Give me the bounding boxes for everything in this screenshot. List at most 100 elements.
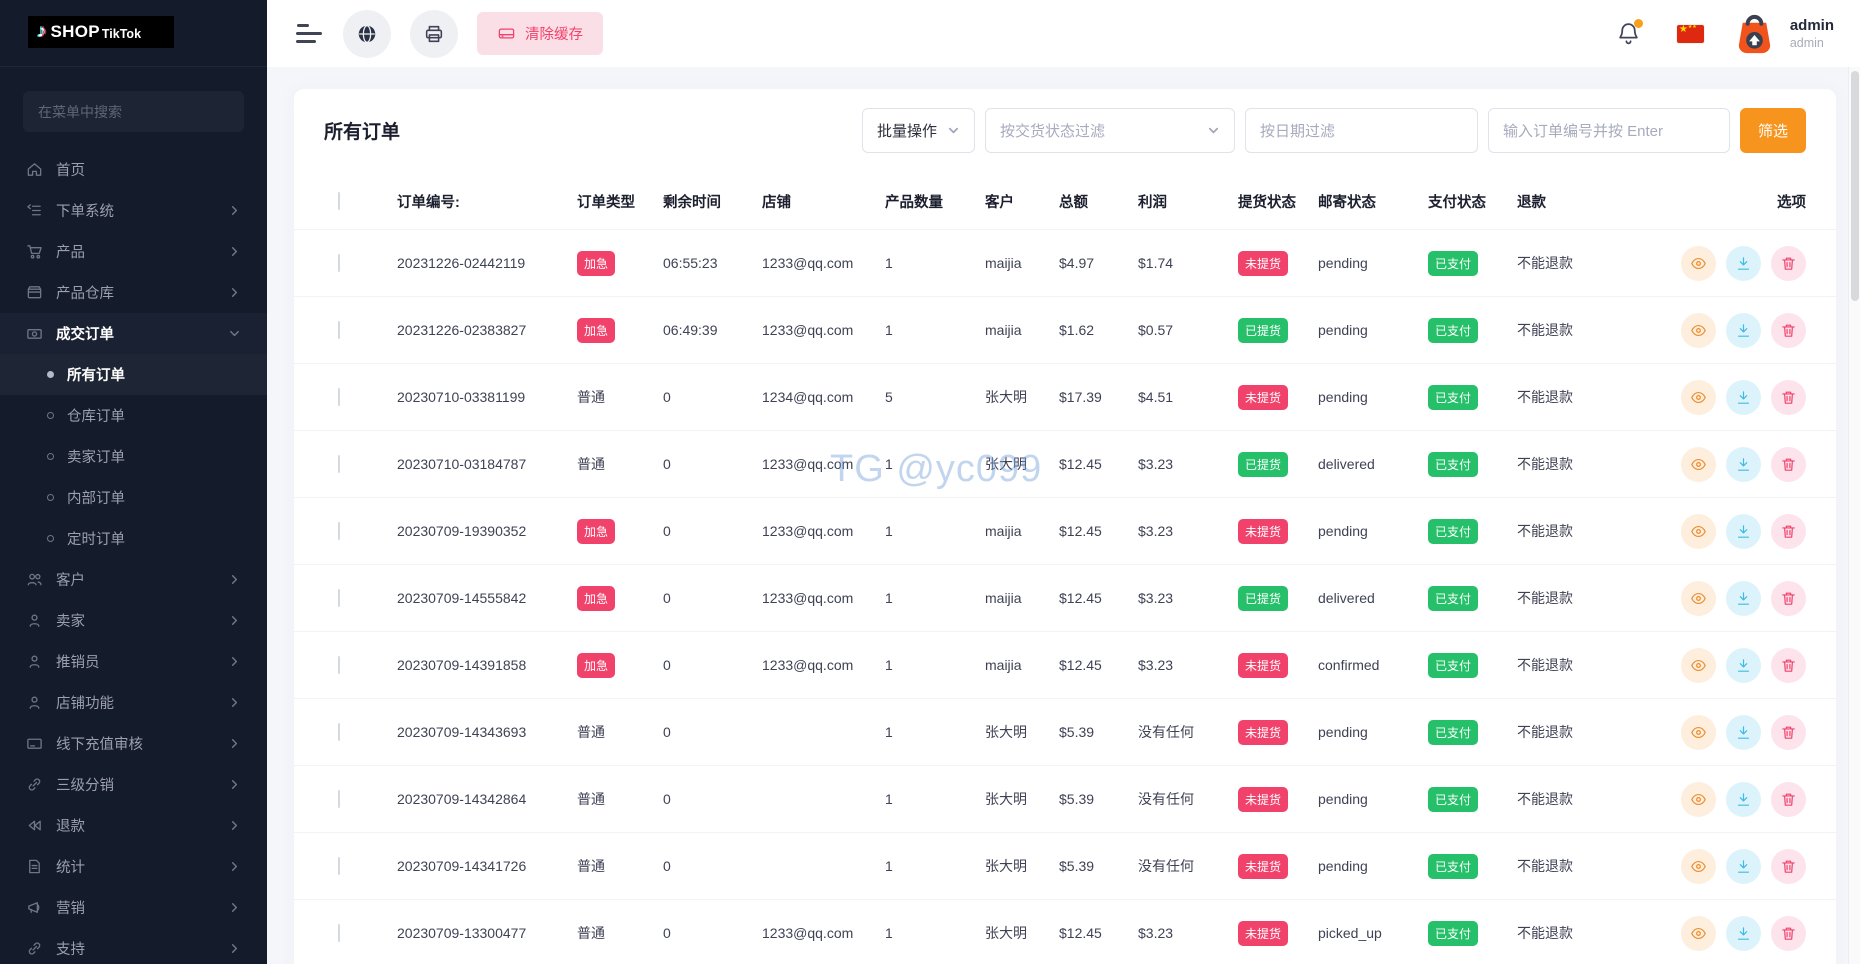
sidebar-item-11[interactable]: 退款	[0, 805, 267, 846]
sidebar-subitem-4-1[interactable]: 仓库订单	[0, 395, 267, 436]
bulk-actions-dropdown[interactable]: 批量操作	[861, 108, 975, 153]
customer-name: 张大明	[985, 724, 1027, 740]
download-order-button[interactable]	[1726, 848, 1761, 884]
row-checkbox[interactable]	[338, 455, 340, 473]
sidebar-item-5[interactable]: 客户	[0, 559, 267, 600]
sidebar-subitem-4-3[interactable]: 内部订单	[0, 477, 267, 518]
view-order-button[interactable]	[1681, 781, 1716, 817]
download-order-button[interactable]	[1726, 781, 1761, 817]
download-order-button[interactable]	[1726, 513, 1761, 549]
date-filter-input[interactable]: 按日期过滤	[1245, 108, 1478, 153]
print-button[interactable]	[410, 9, 458, 58]
sidebar-subitem-label: 所有订单	[67, 368, 125, 384]
scrollbar-thumb[interactable]	[1851, 71, 1859, 301]
row-checkbox[interactable]	[338, 924, 340, 942]
row-checkbox[interactable]	[338, 254, 340, 272]
row-checkbox[interactable]	[338, 857, 340, 875]
sidebar-subitem-4-2[interactable]: 卖家订单	[0, 436, 267, 477]
sidebar-item-4[interactable]: 成交订单	[0, 313, 267, 354]
user-avatar[interactable]	[1731, 10, 1778, 57]
table-row: 20230710-03381199 普通 0 1234@qq.com 5 张大明 $17.3…	[294, 364, 1836, 431]
view-order-button[interactable]	[1681, 580, 1716, 616]
sidebar-item-2[interactable]: 产品	[0, 231, 267, 272]
sidebar-toggle-button[interactable]	[296, 24, 324, 43]
sidebar-item-10[interactable]: 三级分销	[0, 764, 267, 805]
notifications-button[interactable]	[1616, 19, 1643, 46]
sidebar-item-label: 退款	[56, 819, 85, 835]
sidebar-item-13[interactable]: 营销	[0, 887, 267, 928]
view-order-button[interactable]	[1681, 379, 1716, 415]
row-checkbox[interactable]	[338, 522, 340, 540]
trash-icon	[1782, 927, 1795, 940]
scrollbar-track	[1848, 67, 1860, 964]
total-amount: $12.45	[1059, 925, 1102, 941]
sidebar-item-0[interactable]: 首页	[0, 149, 267, 190]
select-all-checkbox[interactable]	[338, 192, 340, 210]
user-icon	[25, 694, 43, 712]
row-checkbox[interactable]	[338, 656, 340, 674]
delete-order-button[interactable]	[1771, 312, 1806, 348]
remaining-time: 06:49:39	[663, 322, 718, 338]
download-icon	[1737, 457, 1750, 471]
delete-order-button[interactable]	[1771, 513, 1806, 549]
delete-order-button[interactable]	[1771, 580, 1806, 616]
menu-search-input[interactable]: 在菜单中搜索	[23, 91, 244, 132]
delete-order-button[interactable]	[1771, 848, 1806, 884]
view-order-button[interactable]	[1681, 312, 1716, 348]
sidebar-item-7[interactable]: 推销员	[0, 641, 267, 682]
download-order-button[interactable]	[1726, 245, 1761, 281]
view-order-button[interactable]	[1681, 915, 1716, 951]
delete-order-button[interactable]	[1771, 446, 1806, 482]
view-order-button[interactable]	[1681, 647, 1716, 683]
language-flag-cn[interactable]: ★ ★★	[1676, 23, 1704, 43]
delete-order-button[interactable]	[1771, 915, 1806, 951]
flag-small-stars: ★★	[1687, 23, 1697, 30]
eye-icon	[1691, 726, 1706, 738]
row-checkbox[interactable]	[338, 790, 340, 808]
sidebar-item-label: 推销员	[56, 655, 100, 671]
sidebar-subitem-label: 定时订单	[67, 532, 125, 548]
total-amount: $4.97	[1059, 255, 1095, 271]
view-order-button[interactable]	[1681, 245, 1716, 281]
delete-order-button[interactable]	[1771, 245, 1806, 281]
view-order-button[interactable]	[1681, 714, 1716, 750]
row-actions	[1657, 446, 1806, 482]
sidebar-item-6[interactable]: 卖家	[0, 600, 267, 641]
clear-cache-button[interactable]: 清除缓存	[477, 12, 603, 55]
filter-submit-button[interactable]: 筛选	[1740, 108, 1806, 153]
content-area: 所有订单 批量操作 按交货状态过滤 按日期过滤 输入订单编号并按 Enter 筛…	[267, 67, 1860, 964]
sidebar-item-label: 首页	[56, 163, 85, 179]
download-order-button[interactable]	[1726, 915, 1761, 951]
download-order-button[interactable]	[1726, 312, 1761, 348]
sidebar-subitem-4-4[interactable]: 定时订单	[0, 518, 267, 559]
download-order-button[interactable]	[1726, 379, 1761, 415]
sidebar-item-8[interactable]: 店铺功能	[0, 682, 267, 723]
download-order-button[interactable]	[1726, 580, 1761, 616]
pickup-status-badge: 未提货	[1238, 652, 1289, 678]
view-order-button[interactable]	[1681, 848, 1716, 884]
sidebar-subitem-4-0[interactable]: 所有订单	[0, 354, 267, 395]
delivery-status-filter-select[interactable]: 按交货状态过滤	[985, 108, 1235, 153]
row-checkbox[interactable]	[338, 723, 340, 741]
delete-order-button[interactable]	[1771, 647, 1806, 683]
row-checkbox[interactable]	[338, 589, 340, 607]
download-order-button[interactable]	[1726, 446, 1761, 482]
mail-status: confirmed	[1318, 657, 1380, 673]
delete-order-button[interactable]	[1771, 781, 1806, 817]
row-checkbox[interactable]	[338, 388, 340, 406]
sidebar-item-12[interactable]: 统计	[0, 846, 267, 887]
row-checkbox[interactable]	[338, 321, 340, 339]
language-globe-button[interactable]	[343, 9, 391, 58]
sidebar-item-9[interactable]: 线下充值审核	[0, 723, 267, 764]
order-number-input[interactable]: 输入订单编号并按 Enter	[1488, 108, 1730, 153]
download-order-button[interactable]	[1726, 647, 1761, 683]
delete-order-button[interactable]	[1771, 714, 1806, 750]
download-order-button[interactable]	[1726, 714, 1761, 750]
view-order-button[interactable]	[1681, 446, 1716, 482]
sidebar-item-14[interactable]: 支持	[0, 928, 267, 964]
view-order-button[interactable]	[1681, 513, 1716, 549]
sidebar-item-1[interactable]: 下单系统	[0, 190, 267, 231]
sidebar-item-3[interactable]: 产品仓库	[0, 272, 267, 313]
chevron-icon	[228, 614, 241, 627]
delete-order-button[interactable]	[1771, 379, 1806, 415]
